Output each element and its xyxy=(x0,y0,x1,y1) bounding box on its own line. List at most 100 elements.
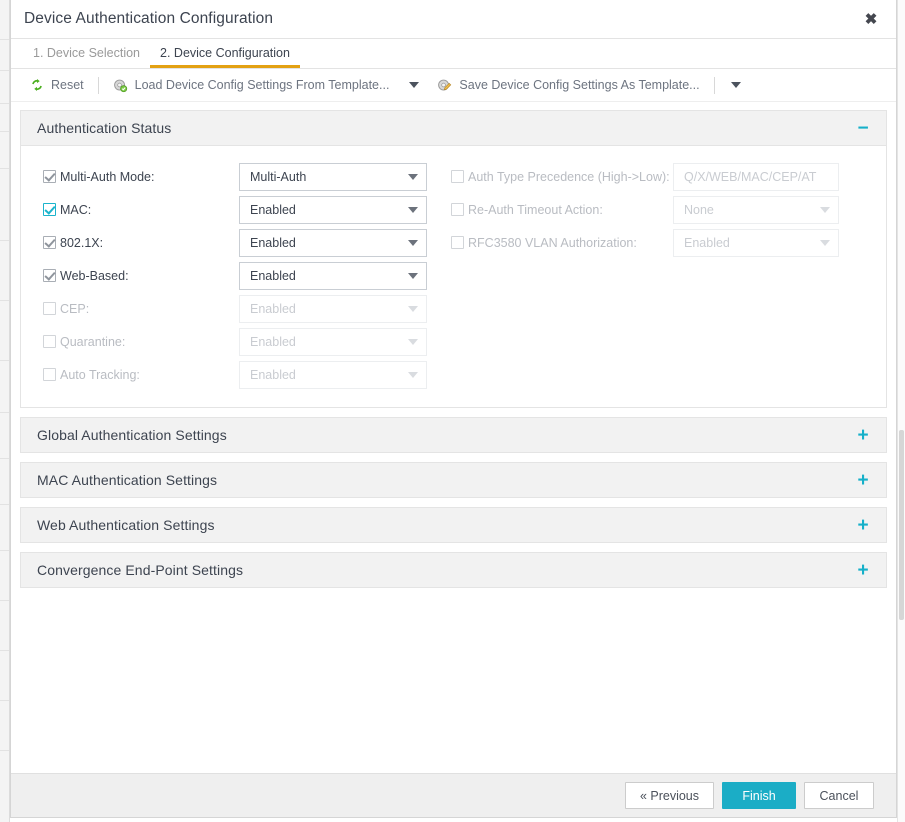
chevron-down-icon xyxy=(820,239,830,246)
input-value: Q/X/WEB/MAC/CEP/AT xyxy=(684,169,817,184)
select-8021x[interactable]: Enabled xyxy=(239,228,427,257)
label-text: RFC3580 VLAN Authorization: xyxy=(468,235,637,250)
chevron-down-icon xyxy=(409,82,420,88)
checkbox-web-based[interactable] xyxy=(43,269,56,282)
checkbox-auto-tracking[interactable] xyxy=(43,368,56,381)
background-window-left-sliver xyxy=(0,0,10,822)
chevron-down-icon xyxy=(408,338,418,345)
label-text: Web-Based: xyxy=(60,268,129,283)
panel-title: Authentication Status xyxy=(37,120,172,136)
load-config-template-button[interactable]: Load Device Config Settings From Templat… xyxy=(104,73,399,97)
dialog-titlebar: Device Authentication Configuration ✖ xyxy=(11,0,896,39)
panel-header-authentication-status[interactable]: Authentication Status − xyxy=(20,110,887,146)
panel-authentication-status: Authentication Status − Multi-Auth Mode:… xyxy=(20,110,887,408)
label-auth-type-precedence: Auth Type Precedence (High->Low): xyxy=(451,170,673,184)
select-mac[interactable]: Enabled xyxy=(239,195,427,224)
chevron-down-icon xyxy=(820,206,830,213)
scrollbar-thumb[interactable] xyxy=(899,430,904,620)
select-auto-tracking: Enabled xyxy=(239,360,427,389)
previous-button[interactable]: « Previous xyxy=(624,782,714,809)
close-icon[interactable]: ✖ xyxy=(858,6,884,32)
load-config-template-label: Load Device Config Settings From Templat… xyxy=(134,78,390,92)
chevron-down-icon xyxy=(408,305,418,312)
toolbar-separator-1 xyxy=(97,76,99,94)
label-mac: MAC: xyxy=(43,203,239,217)
chevron-down-icon xyxy=(408,272,418,279)
reset-label: Reset xyxy=(51,78,84,92)
label-text: Auto Tracking: xyxy=(60,367,140,382)
checkbox-mac[interactable] xyxy=(43,203,56,216)
label-text: MAC: xyxy=(60,202,92,217)
select-value: Enabled xyxy=(250,334,296,349)
save-config-template-button[interactable]: Save Device Config Settings As Template.… xyxy=(428,73,708,97)
field-row-multi-auth-mode: Multi-Auth Mode: Multi-Auth xyxy=(43,160,451,193)
checkbox-cep[interactable] xyxy=(43,302,56,315)
select-web-based[interactable]: Enabled xyxy=(239,261,427,290)
save-template-dropdown-button[interactable] xyxy=(720,73,750,97)
plus-icon[interactable]: + xyxy=(854,471,872,490)
field-row-quarantine: Quarantine: Enabled xyxy=(43,325,451,358)
checkbox-auth-type-precedence[interactable] xyxy=(451,170,464,183)
label-reauth-timeout-action: Re-Auth Timeout Action: xyxy=(451,203,673,217)
load-template-dropdown-button[interactable] xyxy=(398,73,428,97)
panel-title: Web Authentication Settings xyxy=(37,517,215,533)
select-value: Enabled xyxy=(250,268,296,283)
dialog-title: Device Authentication Configuration xyxy=(24,10,274,27)
panel-global-authentication-settings: Global Authentication Settings + xyxy=(20,417,887,453)
field-row-auto-tracking: Auto Tracking: Enabled xyxy=(43,358,451,391)
chevron-down-icon xyxy=(408,371,418,378)
select-value: Multi-Auth xyxy=(250,169,307,184)
plus-icon[interactable]: + xyxy=(854,516,872,535)
reset-button[interactable]: Reset xyxy=(21,73,93,97)
select-value: None xyxy=(684,202,714,217)
auth-status-right-column: Auth Type Precedence (High->Low): Q/X/WE… xyxy=(451,160,881,391)
panel-header-global-authentication-settings[interactable]: Global Authentication Settings + xyxy=(20,417,887,453)
panel-header-web-authentication-settings[interactable]: Web Authentication Settings + xyxy=(20,507,887,543)
select-value: Enabled xyxy=(684,235,730,250)
checkbox-reauth-timeout-action[interactable] xyxy=(451,203,464,216)
checkbox-multi-auth-mode[interactable] xyxy=(43,170,56,183)
select-rfc3580-vlan-authorization: Enabled xyxy=(673,228,839,257)
panel-header-convergence-end-point-settings[interactable]: Convergence End-Point Settings + xyxy=(20,552,887,588)
template-save-icon xyxy=(437,78,452,93)
plus-icon[interactable]: + xyxy=(854,426,872,445)
select-multi-auth-mode[interactable]: Multi-Auth xyxy=(239,162,427,191)
panel-mac-authentication-settings: MAC Authentication Settings + xyxy=(20,462,887,498)
chevron-down-icon xyxy=(408,173,418,180)
finish-button[interactable]: Finish xyxy=(722,782,796,809)
select-reauth-timeout-action: None xyxy=(673,195,839,224)
chevron-down-icon xyxy=(730,82,741,88)
panel-title: MAC Authentication Settings xyxy=(37,472,218,488)
label-auto-tracking: Auto Tracking: xyxy=(43,368,239,382)
checkbox-rfc3580-vlan-authorization[interactable] xyxy=(451,236,464,249)
refresh-icon xyxy=(30,78,44,92)
panel-convergence-end-point-settings: Convergence End-Point Settings + xyxy=(20,552,887,588)
background-scrollbar-right[interactable] xyxy=(897,0,905,822)
label-text: 802.1X: xyxy=(60,235,104,250)
field-row-auth-type-precedence: Auth Type Precedence (High->Low): Q/X/WE… xyxy=(451,160,881,193)
tab-device-selection[interactable]: 1. Device Selection xyxy=(23,46,150,69)
field-row-mac: MAC: Enabled xyxy=(43,193,451,226)
tab-device-configuration[interactable]: 2. Device Configuration xyxy=(150,46,300,68)
cancel-button[interactable]: Cancel xyxy=(804,782,874,809)
panel-web-authentication-settings: Web Authentication Settings + xyxy=(20,507,887,543)
plus-icon[interactable]: + xyxy=(854,561,872,580)
field-row-web-based: Web-Based: Enabled xyxy=(43,259,451,292)
field-row-rfc3580-vlan-authorization: RFC3580 VLAN Authorization: Enabled xyxy=(451,226,881,259)
label-cep: CEP: xyxy=(43,302,239,316)
label-text: Re-Auth Timeout Action: xyxy=(468,202,603,217)
label-rfc3580-vlan-authorization: RFC3580 VLAN Authorization: xyxy=(451,236,673,250)
panel-header-mac-authentication-settings[interactable]: MAC Authentication Settings + xyxy=(20,462,887,498)
checkbox-quarantine[interactable] xyxy=(43,335,56,348)
device-authentication-configuration-dialog: Device Authentication Configuration ✖ 1.… xyxy=(10,0,897,818)
select-value: Enabled xyxy=(250,367,296,382)
select-cep: Enabled xyxy=(239,294,427,323)
label-text: CEP: xyxy=(60,301,90,316)
chevron-down-icon xyxy=(408,206,418,213)
label-text: Quarantine: xyxy=(60,334,126,349)
minus-icon[interactable]: − xyxy=(854,119,872,138)
checkbox-8021x[interactable] xyxy=(43,236,56,249)
field-row-8021x: 802.1X: Enabled xyxy=(43,226,451,259)
label-quarantine: Quarantine: xyxy=(43,335,239,349)
field-row-reauth-timeout-action: Re-Auth Timeout Action: None xyxy=(451,193,881,226)
